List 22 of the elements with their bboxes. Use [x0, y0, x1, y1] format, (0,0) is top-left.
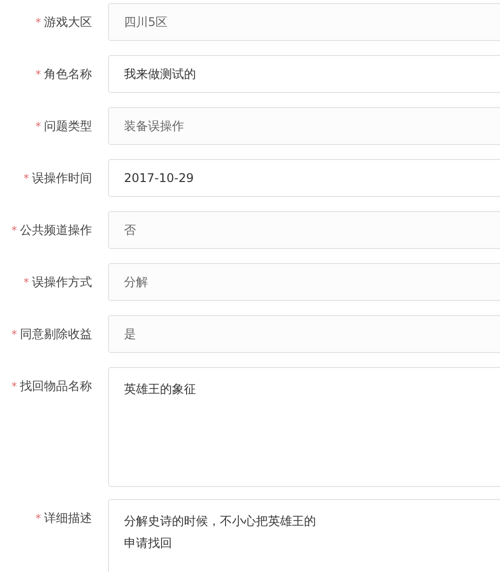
field-label: 找回物品名称 — [20, 378, 92, 394]
text-area[interactable]: 英雄王的象征 — [108, 367, 500, 487]
field-label: 误操作时间 — [32, 170, 92, 186]
required-mark: * — [12, 328, 17, 340]
input-field[interactable]: 我来做测试的 — [108, 55, 500, 93]
field-label: 同意剔除收益 — [20, 326, 92, 342]
field-label: 公共频道操作 — [20, 222, 92, 238]
field-label: 误操作方式 — [32, 274, 92, 290]
field-label: 角色名称 — [44, 66, 92, 82]
required-mark: * — [36, 512, 41, 524]
required-mark: * — [36, 68, 41, 80]
field-label: 游戏大区 — [44, 14, 92, 30]
required-mark: * — [36, 16, 41, 28]
required-mark: * — [24, 172, 29, 184]
required-mark: * — [24, 276, 29, 288]
text-area[interactable]: 分解史诗的时候，不小心把英雄王的 申请找回 — [108, 499, 500, 572]
field-label: 详细描述 — [44, 510, 92, 526]
input-field[interactable]: 2017-10-29 — [108, 159, 500, 197]
field-label: 问题类型 — [44, 118, 92, 134]
required-mark: * — [36, 120, 41, 132]
required-mark: * — [12, 380, 17, 392]
required-mark: * — [12, 224, 17, 236]
